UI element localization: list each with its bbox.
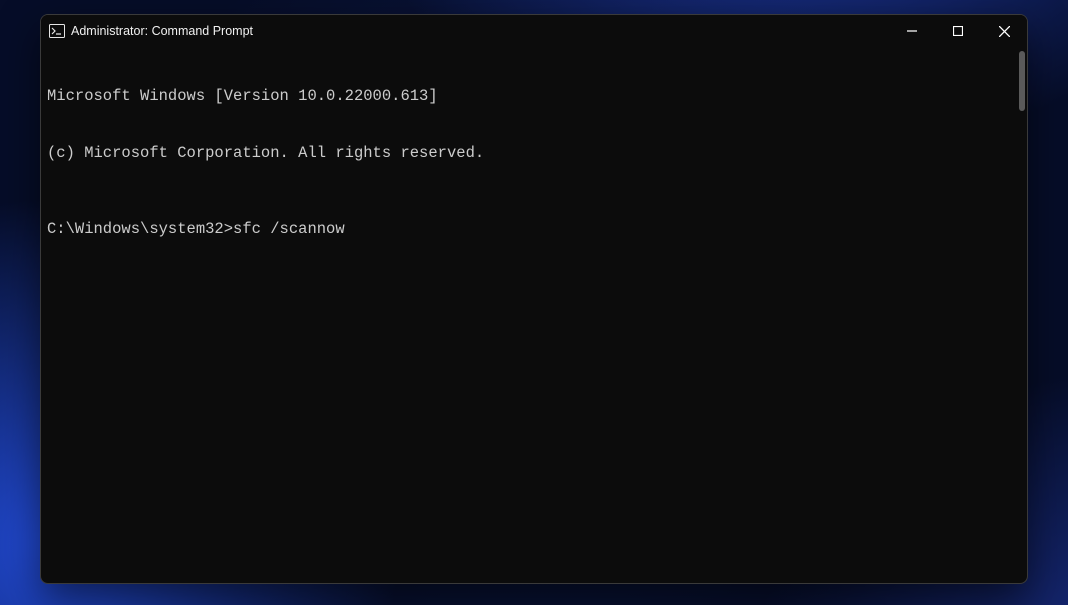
cmd-icon (49, 23, 65, 39)
terminal-command: sfc /scannow (233, 220, 345, 238)
titlebar[interactable]: Administrator: Command Prompt (41, 15, 1027, 47)
terminal-output-line: Microsoft Windows [Version 10.0.22000.61… (47, 87, 1017, 106)
command-prompt-window: Administrator: Command Prompt Microsoft … (40, 14, 1028, 584)
scrollbar-thumb[interactable] (1019, 51, 1025, 111)
terminal-prompt: C:\Windows\system32> (47, 220, 233, 238)
caption-buttons (889, 15, 1027, 47)
maximize-button[interactable] (935, 15, 981, 47)
minimize-button[interactable] (889, 15, 935, 47)
window-title: Administrator: Command Prompt (71, 24, 253, 38)
minimize-icon (907, 26, 917, 36)
desktop-background: Administrator: Command Prompt Microsoft … (0, 0, 1068, 605)
close-button[interactable] (981, 15, 1027, 47)
maximize-icon (953, 26, 963, 36)
close-icon (999, 26, 1010, 37)
titlebar-drag-area[interactable] (253, 15, 889, 47)
terminal-area[interactable]: Microsoft Windows [Version 10.0.22000.61… (41, 47, 1027, 583)
terminal-prompt-line: C:\Windows\system32>sfc /scannow (47, 220, 1017, 239)
terminal-output-line: (c) Microsoft Corporation. All rights re… (47, 144, 1017, 163)
